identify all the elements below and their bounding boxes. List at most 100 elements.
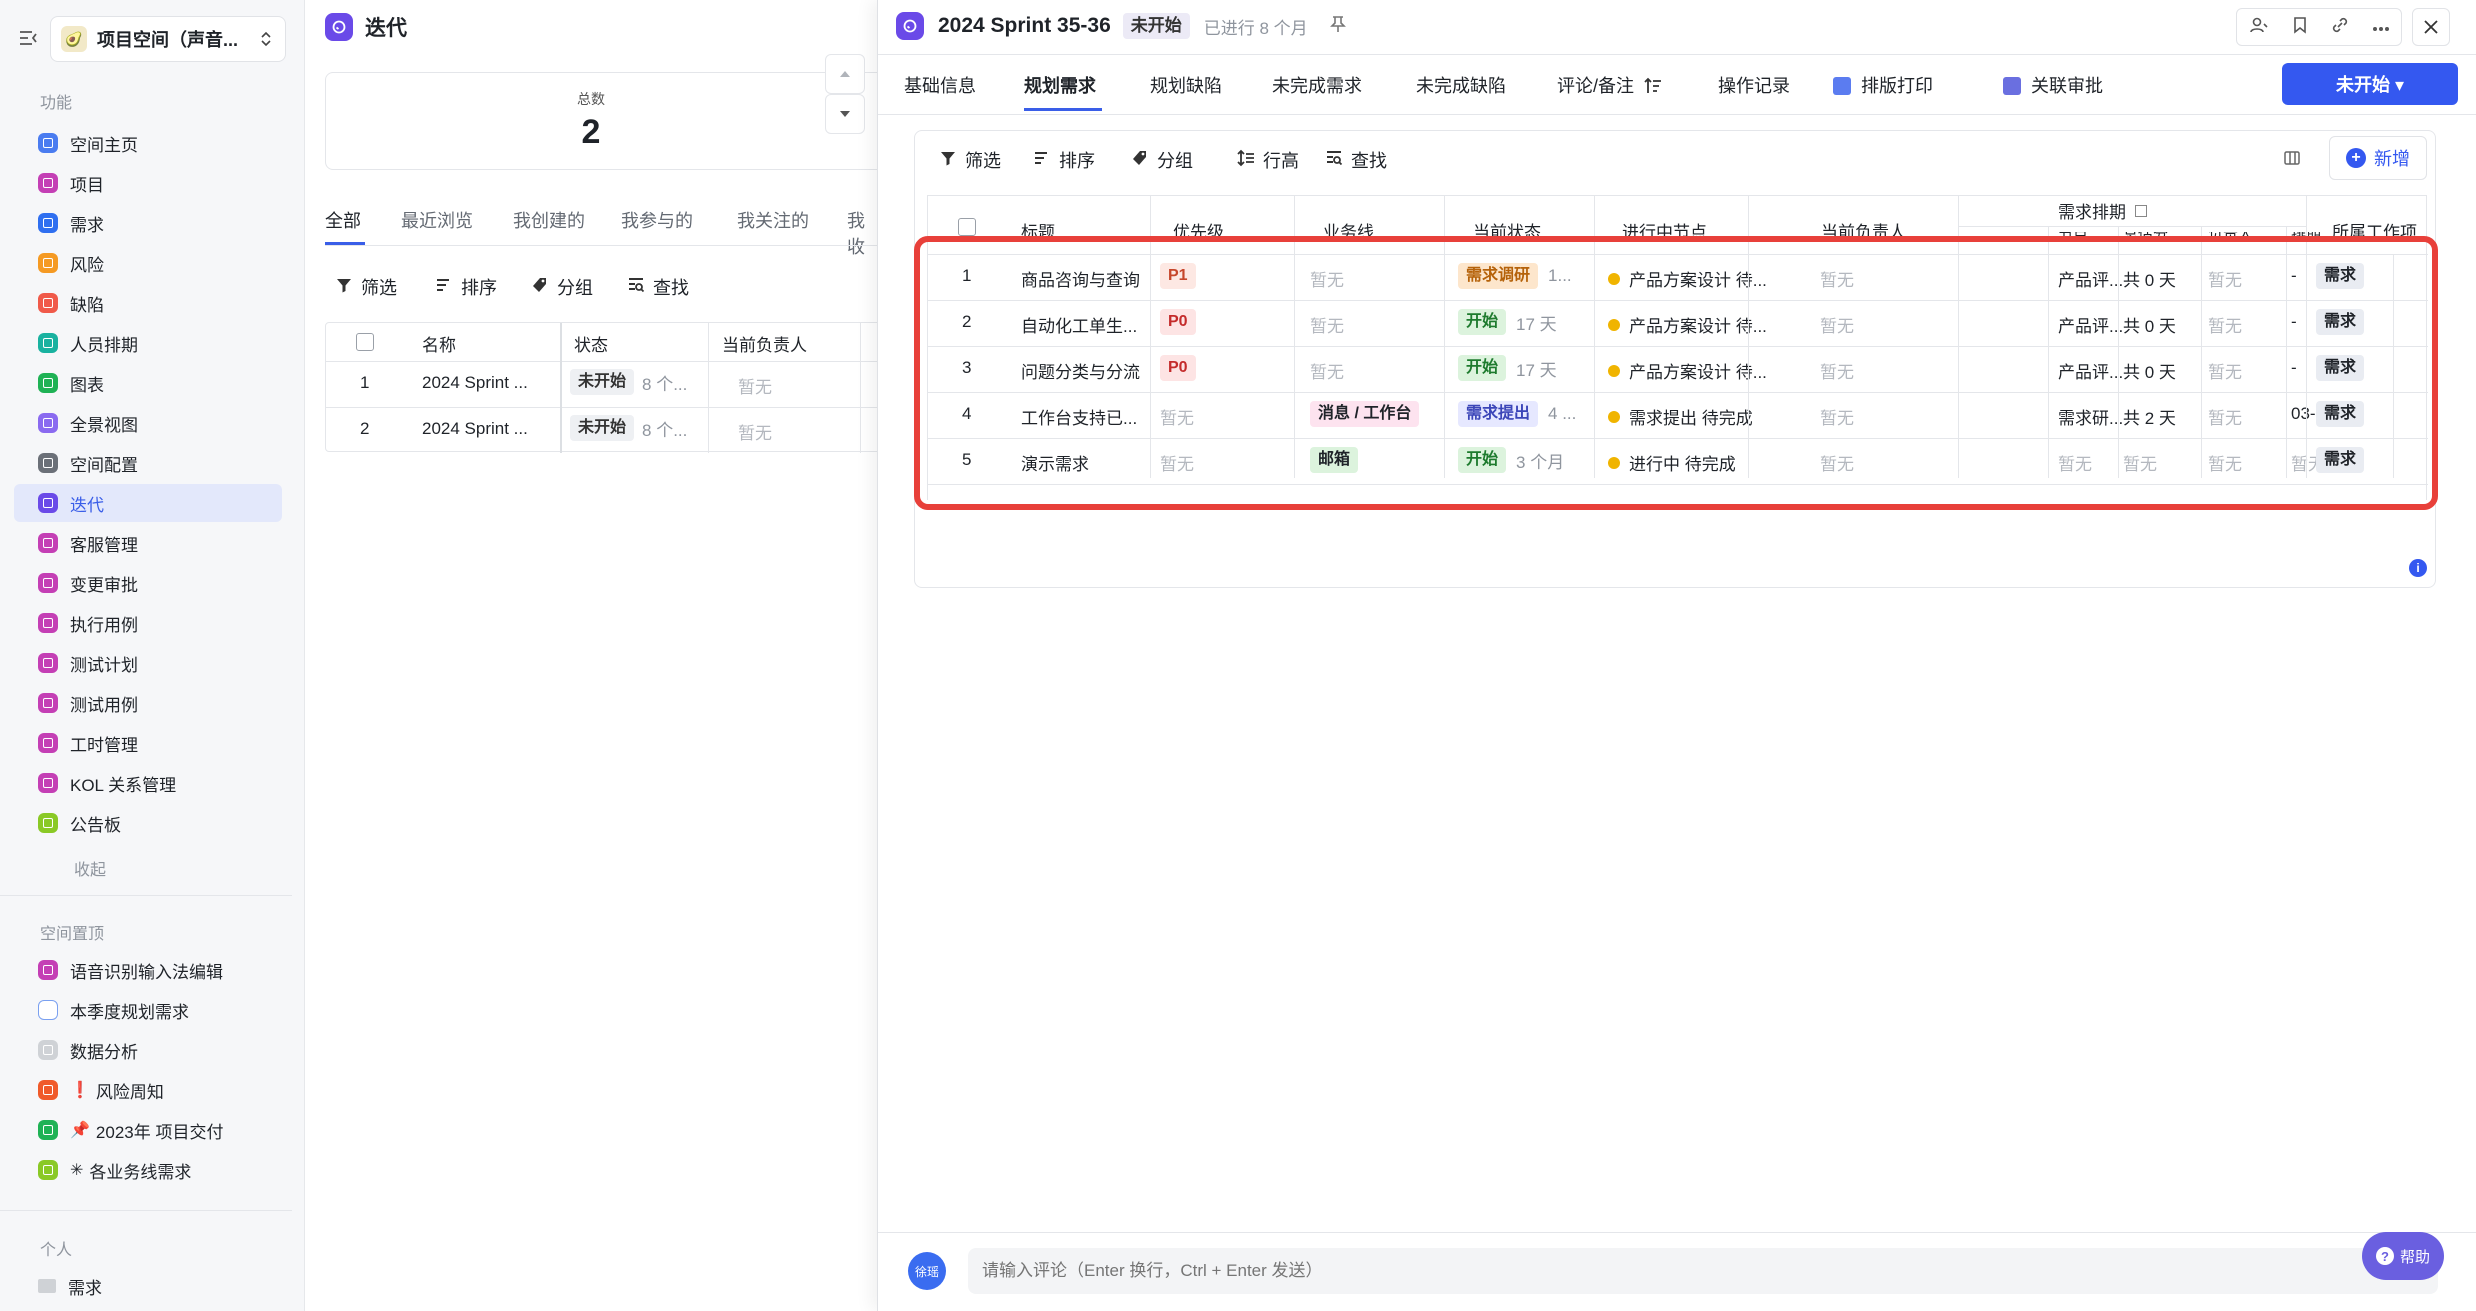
pinned-item-1[interactable]: 语音识别输入法编辑 — [14, 951, 282, 989]
collapse-link[interactable]: 收起 — [74, 856, 106, 880]
sidebar-item-6[interactable]: 人员排期 — [14, 324, 282, 362]
comment-input[interactable] — [968, 1248, 2438, 1294]
sidebar-item-label: 客服管理 — [70, 535, 138, 555]
list-tab-6[interactable]: 我收 — [847, 207, 877, 259]
list-tab-5[interactable]: 我关注的 — [737, 207, 809, 233]
sidebar-item-5[interactable]: 缺陷 — [14, 284, 282, 322]
pinned-item-5[interactable]: 📌 2023年 项目交付 — [14, 1111, 282, 1149]
detail-tab-1[interactable]: 基础信息 — [904, 72, 976, 98]
pinned-item-4[interactable]: ❗ 风险周知 — [14, 1071, 282, 1109]
table-toolbar-group-button[interactable]: 分组 — [1131, 147, 1193, 173]
detail-tab-9[interactable]: 关联审批 — [2003, 72, 2103, 98]
detail-tab-8[interactable]: 排版打印 — [1833, 72, 1933, 98]
list-toolbar-search-button[interactable]: 查找 — [627, 274, 689, 300]
toolbar-label: 查找 — [1351, 151, 1387, 171]
list-tab-2[interactable]: 最近浏览 — [401, 207, 473, 233]
sort-icon — [435, 276, 461, 299]
detail-tab-4[interactable]: 未完成需求 — [1272, 72, 1362, 98]
sort-order-icon — [1644, 77, 1662, 100]
row-status-cell: 未开始 8 个... — [570, 415, 687, 441]
row-name[interactable]: 2024 Sprint ... — [422, 419, 552, 439]
status-tag: 未开始 — [570, 415, 635, 441]
status-dropdown-button[interactable]: 未开始 ▾ — [2282, 63, 2458, 105]
pin-icon[interactable] — [1329, 15, 1346, 38]
sidebar-item-label: 公告板 — [70, 815, 121, 835]
sidebar-item-2[interactable]: 项目 — [14, 164, 282, 202]
detail-tab-2[interactable]: 规划需求 — [1024, 72, 1096, 98]
list-tab-1[interactable]: 全部 — [325, 207, 361, 233]
sidebar-item-7[interactable]: 图表 — [14, 364, 282, 402]
collapse-sidebar-icon[interactable] — [18, 28, 38, 48]
pinned-item-2[interactable]: 本季度规划需求 — [14, 991, 282, 1029]
link-icon[interactable] — [2331, 16, 2349, 39]
table-row[interactable]: 2 2024 Sprint ... 未开始 8 个... 暂无 — [326, 407, 886, 453]
detail-tab-5[interactable]: 未完成缺陷 — [1416, 72, 1506, 98]
tab-active-underline — [1024, 108, 1102, 111]
detail-tab-7[interactable]: 操作记录 — [1718, 72, 1790, 98]
sidebar-item-11[interactable]: 客服管理 — [14, 524, 282, 562]
column-settings-icon[interactable] — [2283, 149, 2303, 172]
add-button[interactable]: + 新增 — [2329, 136, 2427, 180]
personal-item-requirements[interactable]: 需求 — [14, 1267, 282, 1305]
list-toolbar-group-button[interactable]: 分组 — [531, 274, 593, 300]
list-tab-4[interactable]: 我参与的 — [621, 207, 693, 233]
list-toolbar-sort-button[interactable]: 排序 — [435, 274, 497, 300]
sidebar-item-1[interactable]: 空间主页 — [14, 124, 282, 162]
close-button[interactable] — [2412, 8, 2450, 46]
select-all-rows-checkbox[interactable] — [958, 218, 976, 236]
detail-tab-6[interactable]: 评论/备注 — [1557, 72, 1662, 100]
sidebar-item-8[interactable]: 全景视图 — [14, 404, 282, 442]
info-icon[interactable]: i — [2409, 559, 2427, 577]
sidebar-item-9[interactable]: 空间配置 — [14, 444, 282, 482]
table-row[interactable]: 1 2024 Sprint ... 未开始 8 个... 暂无 — [326, 361, 886, 407]
total-card: 总数 2 — [325, 72, 885, 170]
workspace-switcher[interactable]: 🥑 项目空间（声音... — [50, 16, 286, 62]
select-all-checkbox[interactable] — [356, 333, 374, 351]
sidebar-item-icon — [38, 493, 58, 513]
approval-icon — [2003, 77, 2021, 95]
scroll-down-button[interactable] — [825, 94, 865, 134]
detail-tab-label: 评论/备注 — [1557, 76, 1635, 96]
pinned-item-3[interactable]: 数据分析 — [14, 1031, 282, 1069]
sidebar-item-13[interactable]: 执行用例 — [14, 604, 282, 642]
sidebar-item-icon — [38, 653, 58, 673]
sidebar-item-16[interactable]: 工时管理 — [14, 724, 282, 762]
filter-icon — [939, 149, 965, 172]
table-toolbar-search-button[interactable]: 查找 — [1325, 147, 1387, 173]
sidebar-item-10[interactable]: 迭代 — [14, 484, 282, 522]
list-toolbar-filter-button[interactable]: 筛选 — [335, 274, 397, 300]
bookmark-icon[interactable] — [2292, 16, 2308, 39]
sidebar-item-3[interactable]: 需求 — [14, 204, 282, 242]
table-toolbar-sort-button[interactable]: 排序 — [1033, 147, 1095, 173]
row-name[interactable]: 2024 Sprint ... — [422, 373, 552, 393]
col-header-status[interactable]: 状态 — [574, 331, 608, 356]
chevron-updown-icon — [259, 29, 273, 54]
sidebar-item-17[interactable]: KOL 关系管理 — [14, 764, 282, 802]
pinned-item-6[interactable]: ✳ 各业务线需求 — [14, 1151, 282, 1189]
table-toolbar-row-height-button[interactable]: 行高 — [1237, 147, 1299, 173]
detail-tab-3[interactable]: 规划缺陷 — [1150, 72, 1222, 98]
table-toolbar-filter-button[interactable]: 筛选 — [939, 147, 1001, 173]
scroll-up-button[interactable] — [825, 54, 865, 94]
members-icon[interactable] — [2249, 16, 2269, 39]
commenter-avatar: 徐瑶 — [908, 1252, 946, 1290]
pinned-item-label: 风险周知 — [95, 1082, 164, 1102]
pinned-item-icon — [38, 1080, 58, 1100]
sidebar-item-icon — [38, 173, 58, 193]
col-header-owner[interactable]: 当前负责人 — [722, 331, 807, 356]
sidebar-item-4[interactable]: 风险 — [14, 244, 282, 282]
toolbar-label: 排序 — [1059, 151, 1095, 171]
detail-tab-label: 未完成需求 — [1272, 76, 1362, 96]
sidebar-item-14[interactable]: 测试计划 — [14, 644, 282, 682]
workspace-avatar-icon: 🥑 — [61, 26, 87, 52]
sidebar-item-18[interactable]: 公告板 — [14, 804, 282, 842]
col-header-name[interactable]: 名称 — [422, 331, 456, 356]
sidebar-item-12[interactable]: 变更审批 — [14, 564, 282, 602]
list-tab-3[interactable]: 我创建的 — [513, 207, 585, 233]
sidebar-item-15[interactable]: 测试用例 — [14, 684, 282, 722]
help-button[interactable]: ? 帮助 — [2362, 1232, 2444, 1280]
col-header-schedule-group[interactable]: 需求排期 — [2058, 198, 2147, 223]
sidebar-item-label: 迭代 — [70, 495, 104, 515]
detail-tab-label: 关联审批 — [2031, 76, 2103, 96]
more-icon[interactable] — [2372, 17, 2390, 37]
